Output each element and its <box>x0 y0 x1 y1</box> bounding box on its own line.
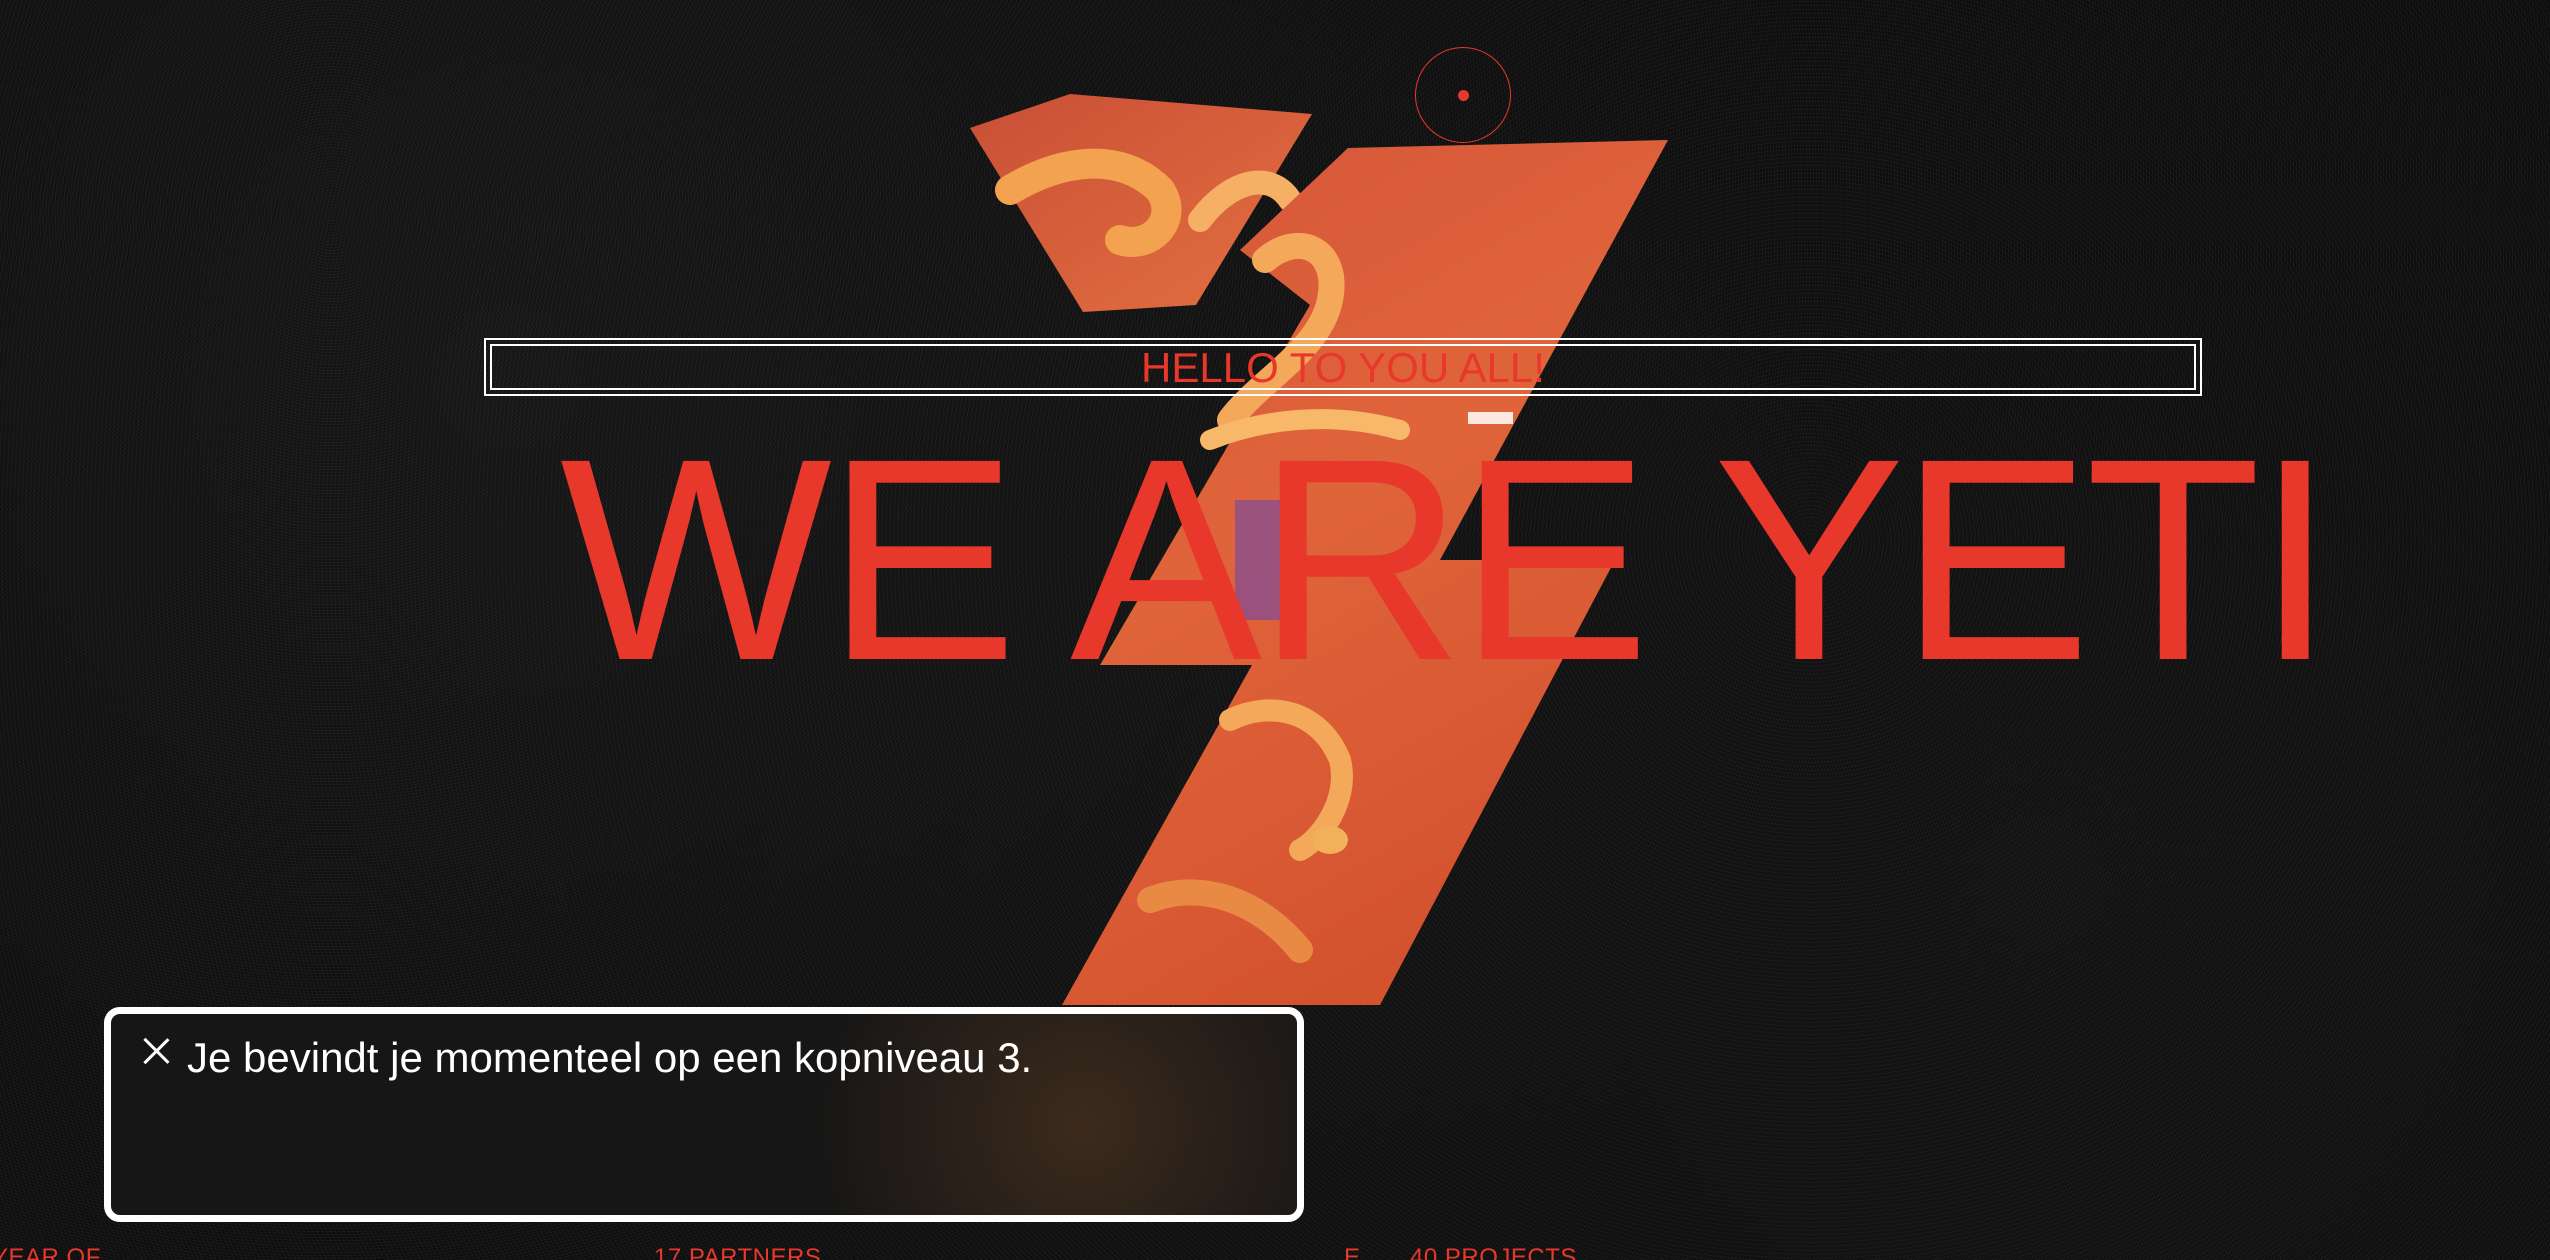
page: HELLO TO YOU ALL! WE ARE YETI Je bevindt… <box>0 0 2550 1260</box>
hello-text: HELLO TO YOU ALL! <box>1141 344 1545 391</box>
custom-cursor-dot <box>1458 90 1469 101</box>
close-icon[interactable] <box>141 1036 171 1066</box>
stat-year: YEAR OF <box>0 1244 101 1260</box>
toast-message: Je bevindt je momenteel op een kopniveau… <box>187 1034 1033 1081</box>
hero-headline: WE ARE YETI <box>560 399 2335 721</box>
stat-marker: E <box>1344 1244 1361 1260</box>
hello-banner: HELLO TO YOU ALL! <box>484 338 2202 396</box>
stat-partners: 17 PARTNERS <box>654 1244 822 1260</box>
heading-level-toast: Je bevindt je momenteel op een kopniveau… <box>104 1007 1304 1222</box>
stat-projects: 40 PROJECTS <box>1410 1244 1577 1260</box>
